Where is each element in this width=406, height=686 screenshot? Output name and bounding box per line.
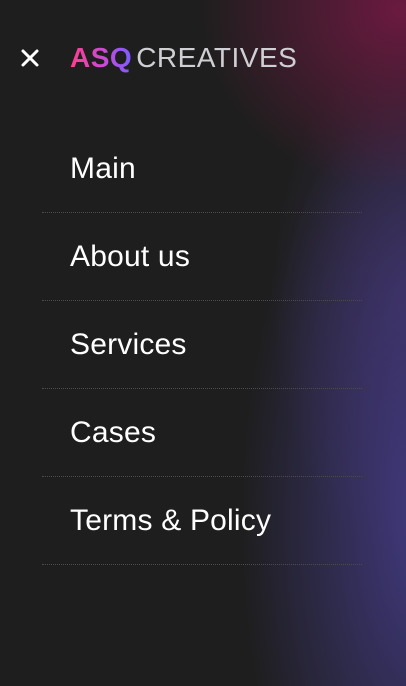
nav-item-label: About us [70,239,191,273]
close-icon [21,49,39,67]
nav-item-label: Main [70,151,136,185]
brand-logo[interactable]: ASQ CREATIVES [70,42,297,74]
nav-item-label: Services [70,327,187,361]
mobile-menu: ASQ CREATIVES Main About us Services Cas… [0,0,406,686]
close-button[interactable] [16,44,44,72]
nav-item-about-us[interactable]: About us [42,213,362,301]
nav-item-label: Terms & Policy [70,503,272,537]
nav-item-label: Cases [70,415,157,449]
nav-item-terms-policy[interactable]: Terms & Policy [42,477,362,565]
nav-item-main[interactable]: Main [42,125,362,213]
nav-item-services[interactable]: Services [42,301,362,389]
main-nav: Main About us Services Cases Terms & Pol… [42,125,362,565]
menu-header: ASQ CREATIVES [0,0,406,116]
logo-wordmark: CREATIVES [136,42,298,73]
nav-item-cases[interactable]: Cases [42,389,362,477]
logo-mark: ASQ [70,42,133,73]
